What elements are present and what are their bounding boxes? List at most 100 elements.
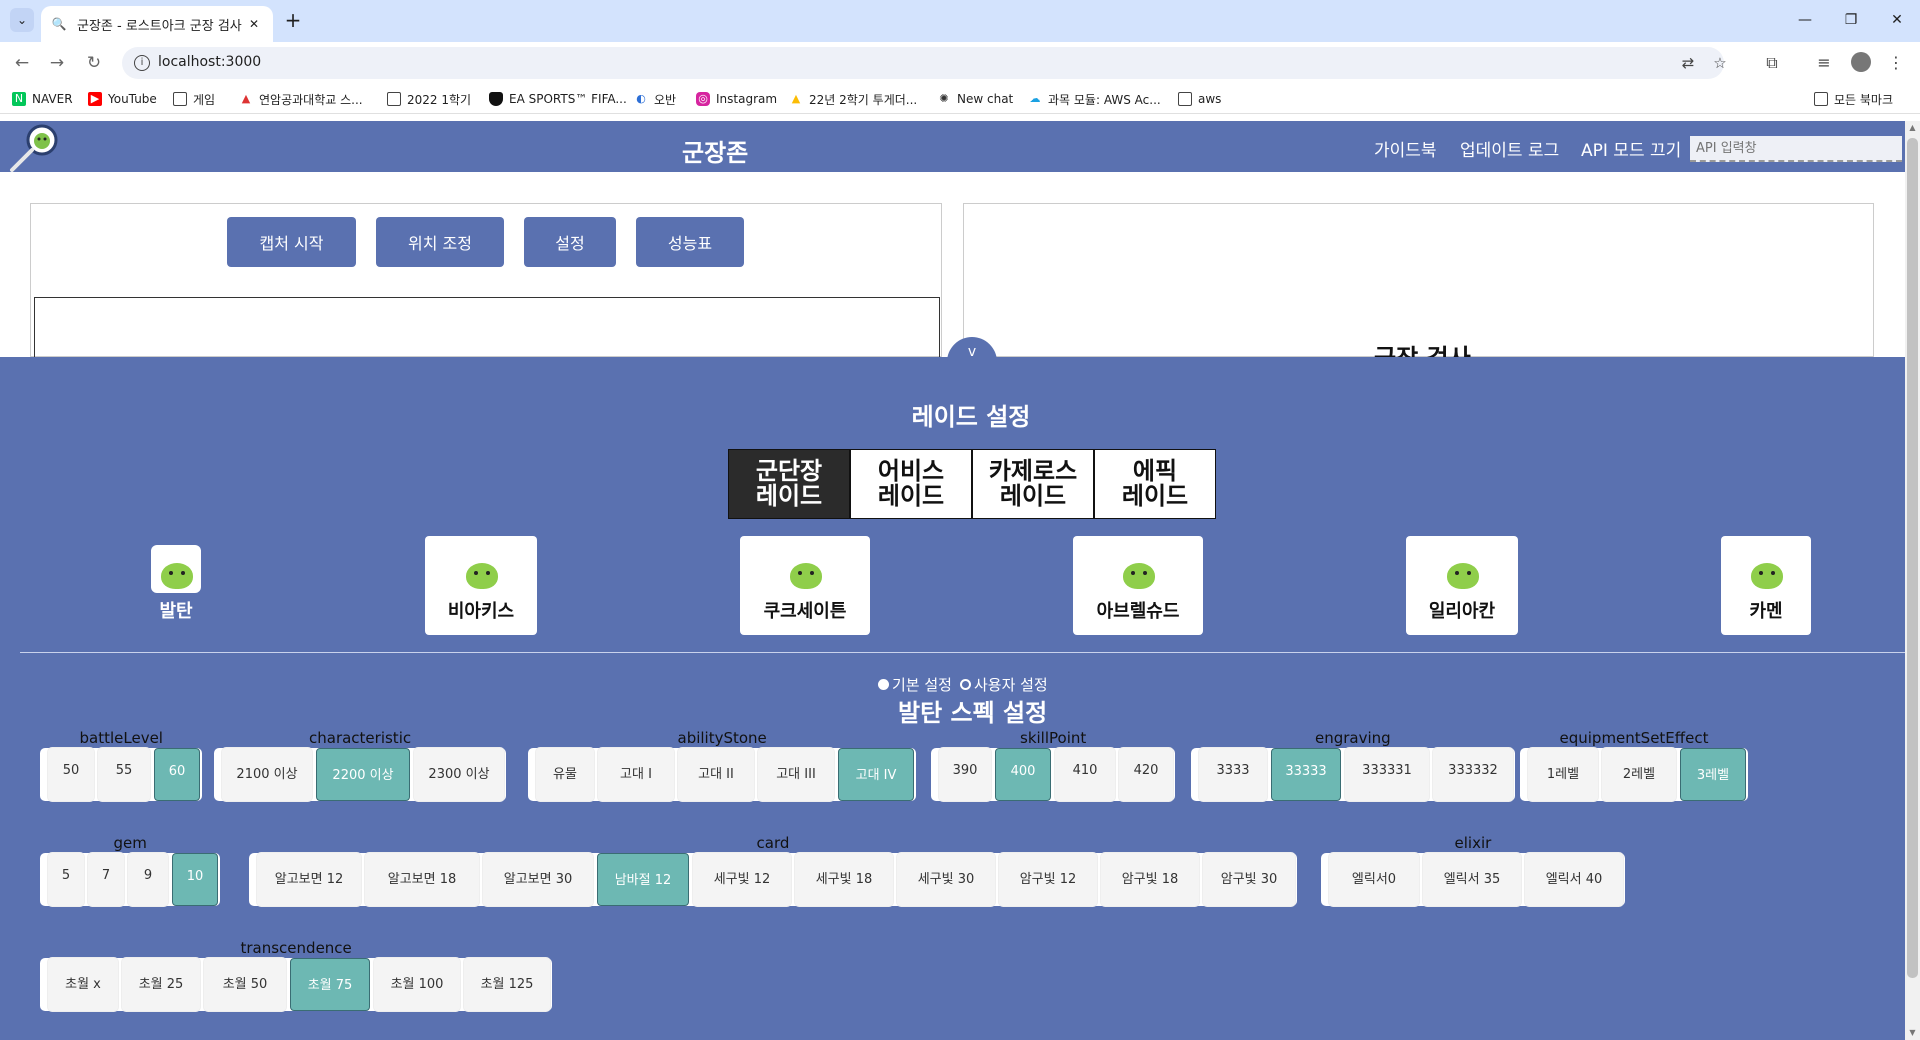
spec-option[interactable]: 알고보면 12 xyxy=(257,853,361,906)
bookmark-folder-game[interactable]: 게임 xyxy=(173,90,215,108)
bookmark-drive[interactable]: ▲ 22년 2학기 투게더... xyxy=(789,90,917,108)
spec-option[interactable]: 고대 II xyxy=(678,748,754,801)
address-bar[interactable]: i localhost:3000 ⇄ ☆ xyxy=(122,47,1727,79)
spec-option[interactable]: 400 xyxy=(995,748,1051,801)
bookmark-instagram[interactable]: ◎ Instagram xyxy=(696,90,777,108)
spec-option[interactable]: 33333 xyxy=(1271,748,1341,801)
forward-icon[interactable]: → xyxy=(45,51,69,75)
url-text[interactable]: localhost:3000 xyxy=(158,54,261,70)
bookmark-naver[interactable]: N NAVER xyxy=(12,90,73,108)
spec-option[interactable]: 2300 이상 xyxy=(414,748,504,801)
spec-option[interactable]: 초월 100 xyxy=(374,958,460,1011)
bookmark-youtube[interactable]: ▶ YouTube xyxy=(88,90,157,108)
bookmark-fifa[interactable]: EA SPORTS™ FIFA... xyxy=(489,90,627,108)
bookmark-school[interactable]: ▲ 연암공과대학교 스... xyxy=(239,90,363,108)
settings-button[interactable]: 설정 xyxy=(524,217,616,267)
spec-option[interactable]: 390 xyxy=(939,748,991,801)
spec-option[interactable]: 초월 x xyxy=(48,958,118,1011)
bookmark-folder-2022[interactable]: 2022 1학기 xyxy=(387,90,471,108)
spec-option[interactable]: 세구빛 30 xyxy=(897,853,995,906)
reload-icon[interactable]: ↻ xyxy=(82,51,106,75)
raid-tab[interactable]: 카제로스 레이드 xyxy=(972,449,1094,519)
radio-default[interactable] xyxy=(878,679,889,690)
boss-card[interactable]: 일리아칸 xyxy=(1406,536,1518,635)
spec-option[interactable]: 55 xyxy=(98,748,150,801)
profile-avatar[interactable] xyxy=(1851,52,1871,72)
spec-option[interactable]: 초월 50 xyxy=(204,958,286,1011)
raid-tab[interactable]: 에픽 레이드 xyxy=(1094,449,1216,519)
restore-icon[interactable]: ❐ xyxy=(1828,0,1874,40)
page-title[interactable]: 군장존 xyxy=(682,133,748,168)
api-input[interactable] xyxy=(1690,136,1902,162)
raid-tab[interactable]: 어비스 레이드 xyxy=(850,449,972,519)
spec-option[interactable]: 엘릭서 40 xyxy=(1525,853,1623,906)
spec-option[interactable]: 남바절 12 xyxy=(597,853,689,906)
scroll-down-icon[interactable]: ▼ xyxy=(1905,1026,1920,1040)
spec-option[interactable]: 초월 125 xyxy=(464,958,550,1011)
nav-update-log[interactable]: 업데이트 로그 xyxy=(1460,136,1559,161)
spec-option[interactable]: 고대 III xyxy=(758,748,834,801)
spec-option[interactable]: 333332 xyxy=(1433,748,1513,801)
performance-table-button[interactable]: 성능표 xyxy=(636,217,744,267)
spec-option[interactable]: 세구빛 18 xyxy=(795,853,893,906)
scroll-up-icon[interactable]: ▲ xyxy=(1905,121,1920,135)
translate-icon[interactable]: ⇄ xyxy=(1678,53,1698,73)
spec-option[interactable]: 암구빛 18 xyxy=(1101,853,1199,906)
spec-option[interactable]: 초월 75 xyxy=(290,958,370,1011)
all-bookmarks[interactable]: 모든 북마크 xyxy=(1814,90,1893,108)
boss-card[interactable]: 카멘 xyxy=(1721,536,1811,635)
raid-tab[interactable]: 군단장 레이드 xyxy=(728,449,850,519)
spec-option[interactable]: 333331 xyxy=(1345,748,1429,801)
spec-option[interactable]: 암구빛 30 xyxy=(1203,853,1295,906)
menu-icon[interactable]: ⋮ xyxy=(1884,51,1908,75)
tab-search-icon[interactable]: ⌄ xyxy=(10,8,34,32)
bookmark-star-icon[interactable]: ☆ xyxy=(1710,53,1730,73)
close-tab-icon[interactable]: ✕ xyxy=(245,15,263,33)
spec-option[interactable]: 9 xyxy=(128,853,168,906)
spec-option[interactable]: 알고보면 30 xyxy=(483,853,593,906)
spec-option[interactable]: 엘릭서0 xyxy=(1329,853,1419,906)
bookmark-aws-course[interactable]: ☁ 과목 모듈: AWS Ac... xyxy=(1028,90,1161,108)
spec-option[interactable]: 암구빛 12 xyxy=(999,853,1097,906)
spec-option[interactable]: 1레벨 xyxy=(1528,748,1598,801)
scroll-thumb[interactable] xyxy=(1907,138,1918,978)
extensions-icon[interactable]: ⧉ xyxy=(1760,51,1784,75)
spec-option[interactable]: 420 xyxy=(1119,748,1173,801)
nav-guidebook[interactable]: 가이드북 xyxy=(1374,136,1437,161)
boss-card[interactable]: 발탄 xyxy=(148,536,204,635)
bookmark-folder-aws[interactable]: aws xyxy=(1178,90,1221,108)
browser-tab[interactable]: 🔍 군장존 - 로스트아크 군장 검사 ✕ xyxy=(41,6,273,42)
boss-card[interactable]: 아브렐슈드 xyxy=(1073,536,1203,635)
spec-option[interactable]: 2100 이상 xyxy=(222,748,312,801)
bookmark-oban[interactable]: ◐ 오반 xyxy=(634,90,676,108)
boss-card[interactable]: 쿠크세이튼 xyxy=(740,536,870,635)
spec-option[interactable]: 유물 xyxy=(536,748,594,801)
spec-option[interactable]: 3레벨 xyxy=(1680,748,1746,801)
spec-option[interactable]: 고대 I xyxy=(598,748,674,801)
spec-option[interactable]: 알고보면 18 xyxy=(365,853,479,906)
spec-option[interactable]: 3333 xyxy=(1199,748,1267,801)
capture-start-button[interactable]: 캡처 시작 xyxy=(227,217,356,267)
spec-option[interactable]: 410 xyxy=(1055,748,1115,801)
spec-option[interactable]: 10 xyxy=(172,853,218,906)
nav-api-mode-toggle[interactable]: API 모드 끄기 xyxy=(1581,136,1681,161)
media-icon[interactable]: ≡ xyxy=(1812,51,1836,75)
radio-custom-label[interactable]: 사용자 설정 xyxy=(974,674,1048,695)
spec-option[interactable]: 고대 IV xyxy=(838,748,914,801)
spec-option[interactable]: 60 xyxy=(154,748,200,801)
spec-option[interactable]: 2200 이상 xyxy=(316,748,410,801)
radio-default-label[interactable]: 기본 설정 xyxy=(892,674,952,695)
spec-option[interactable]: 50 xyxy=(48,748,94,801)
magnifier-logo-icon[interactable] xyxy=(8,123,60,173)
radio-custom[interactable] xyxy=(959,679,971,690)
minimize-icon[interactable]: — xyxy=(1782,0,1828,40)
new-tab-icon[interactable]: + xyxy=(282,10,304,32)
back-icon[interactable]: ← xyxy=(10,51,34,75)
boss-card[interactable]: 비아키스 xyxy=(425,536,537,635)
spec-option[interactable]: 엘릭서 35 xyxy=(1423,853,1521,906)
bookmark-chat[interactable]: ✺ New chat xyxy=(937,90,1013,108)
close-window-icon[interactable]: ✕ xyxy=(1874,0,1920,40)
spec-option[interactable]: 초월 25 xyxy=(122,958,200,1011)
position-adjust-button[interactable]: 위치 조정 xyxy=(376,217,504,267)
spec-option[interactable]: 2레벨 xyxy=(1602,748,1676,801)
